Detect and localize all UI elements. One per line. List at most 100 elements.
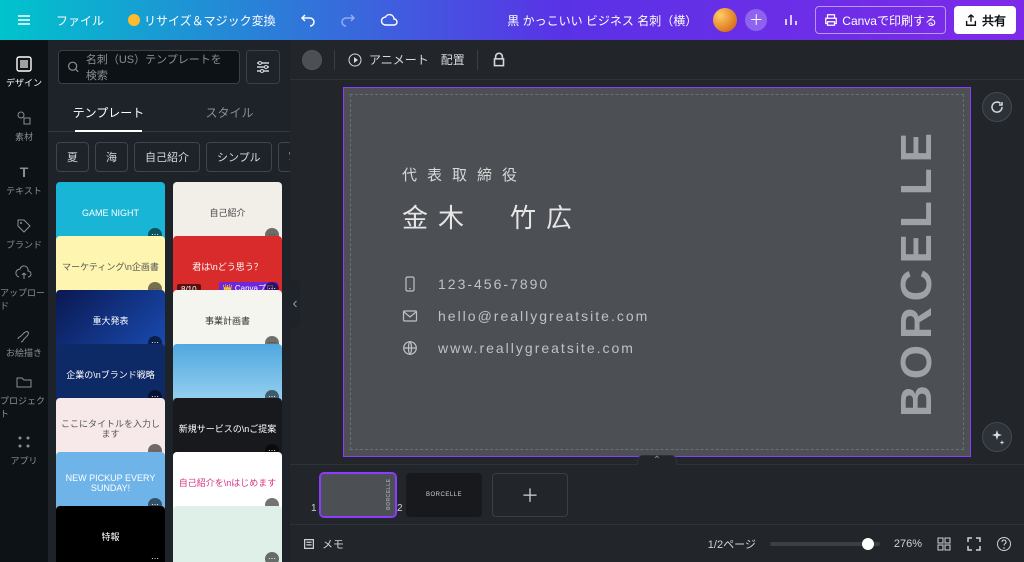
rail-projects[interactable]: プロジェクト <box>0 370 48 422</box>
add-member-button[interactable]: ＋ <box>745 9 767 31</box>
editor-area: アニメート 配置 代表取締役 金木 竹広 123-456-7890 <box>290 40 1024 562</box>
email-text: hello@reallygreatsite.com <box>438 308 649 324</box>
search-placeholder: 名刺（US）テンプレートを検索 <box>86 51 231 83</box>
notes-label: メモ <box>322 536 344 552</box>
tab-styles[interactable]: スタイル <box>169 94 290 131</box>
design-page[interactable]: 代表取締役 金木 竹広 123-456-7890 hello@reallygre… <box>343 87 971 457</box>
contact-block: 123-456-7890 hello@reallygreatsite.com w… <box>402 276 649 356</box>
chip-row: 夏 海 自己紹介 シンプル 写 <box>48 132 290 182</box>
search-icon <box>67 60 80 74</box>
animate-label: アニメート <box>369 51 429 68</box>
crown-icon <box>128 14 140 26</box>
page-indicator: 1/2ページ <box>708 536 756 552</box>
printer-icon <box>824 13 838 27</box>
grid-view-button[interactable] <box>936 536 952 552</box>
panel-collapse-button[interactable]: ‹ <box>290 280 300 328</box>
share-label: 共有 <box>982 12 1006 29</box>
divider <box>477 50 478 70</box>
lock-icon <box>490 51 508 69</box>
chip[interactable]: 夏 <box>56 142 89 172</box>
phone-icon <box>402 276 418 292</box>
page-thumb-1[interactable]: 1 BORCELLE <box>320 473 396 517</box>
tab-templates[interactable]: テンプレート <box>48 94 169 131</box>
zoom-slider[interactable] <box>770 542 880 546</box>
animate-icon <box>347 52 363 68</box>
background-color-swatch[interactable] <box>302 50 322 70</box>
email-row[interactable]: hello@reallygreatsite.com <box>402 308 649 324</box>
rail-apps[interactable]: アプリ <box>0 424 48 476</box>
canvas-wrap[interactable]: 代表取締役 金木 竹広 123-456-7890 hello@reallygre… <box>290 80 1024 464</box>
brand-vertical[interactable]: BORCELLE <box>892 116 942 428</box>
side-panel: 名刺（US）テンプレートを検索 テンプレート スタイル 夏 海 自己紹介 シンプ… <box>48 40 290 562</box>
document-title[interactable]: 黒 かっこいい ビジネス 名刺（横） <box>499 6 705 34</box>
page-number: 1 <box>311 503 317 514</box>
menu-icon <box>16 12 32 28</box>
globe-icon <box>402 340 418 356</box>
redo-button[interactable] <box>332 6 364 34</box>
zoom-value: 276% <box>894 538 922 550</box>
help-icon <box>996 536 1012 552</box>
rail-elements[interactable]: 素材 <box>0 100 48 152</box>
help-button[interactable] <box>996 536 1012 552</box>
notes-button[interactable]: メモ <box>302 536 344 552</box>
zoom-knob[interactable] <box>862 538 874 550</box>
share-icon <box>964 13 978 27</box>
card-role-text[interactable]: 代表取締役 <box>402 164 527 185</box>
file-menu[interactable]: ファイル <box>48 6 112 34</box>
divider <box>334 50 335 70</box>
avatar[interactable] <box>713 8 737 32</box>
rail-design[interactable]: デザイン <box>0 46 48 98</box>
cloud-icon <box>380 13 398 27</box>
sparkle-icon <box>989 429 1005 445</box>
grid-icon <box>936 536 952 552</box>
page-number: 2 <box>397 503 403 514</box>
undo-button[interactable] <box>292 6 324 34</box>
web-row[interactable]: www.reallygreatsite.com <box>402 340 649 356</box>
resize-magic-button[interactable]: リサイズ＆マジック変換 <box>120 6 284 34</box>
chip[interactable]: 海 <box>95 142 128 172</box>
expand-icon <box>966 536 982 552</box>
strip-collapse-button[interactable]: ⌃ <box>637 455 677 465</box>
rail-brand[interactable]: ブランド <box>0 208 48 260</box>
rail-uploads[interactable]: アップロード <box>0 262 48 314</box>
template-grid[interactable]: GAME NIGHT⋯自己紹介⋯マーケティング\n企画書⋯君は\nどう思う？8/… <box>48 182 290 562</box>
cloud-sync-button[interactable] <box>372 6 406 34</box>
analytics-button[interactable] <box>775 6 807 34</box>
mail-icon <box>402 308 418 324</box>
animate-button[interactable]: アニメート <box>347 51 429 68</box>
fullscreen-button[interactable] <box>966 536 982 552</box>
phone-text: 123-456-7890 <box>438 276 549 292</box>
undo-icon <box>300 12 316 28</box>
add-page-button[interactable]: ＋ <box>492 473 568 517</box>
top-bar: ファイル リサイズ＆マジック変換 黒 かっこいい ビジネス 名刺（横） ＋ Ca… <box>0 0 1024 40</box>
refresh-icon <box>989 99 1005 115</box>
redo-icon <box>340 12 356 28</box>
lock-button[interactable] <box>490 51 508 69</box>
rail-text[interactable]: Tテキスト <box>0 154 48 206</box>
footer-bar: メモ 1/2ページ 276% <box>290 524 1024 562</box>
left-rail: デザイン 素材 Tテキスト ブランド アップロード お絵描き プロジェクト アプ… <box>0 40 48 562</box>
hamburger-menu-button[interactable] <box>8 6 40 34</box>
chip[interactable]: シンプル <box>206 142 272 172</box>
chart-icon <box>783 12 799 28</box>
position-button[interactable]: 配置 <box>441 51 465 68</box>
context-toolbar: アニメート 配置 <box>290 40 1024 80</box>
print-button[interactable]: Canvaで印刷する <box>815 6 946 34</box>
template-thumb[interactable]: 特報⋯ <box>56 506 165 562</box>
filter-button[interactable] <box>246 50 280 84</box>
regenerate-button[interactable] <box>982 92 1012 122</box>
share-button[interactable]: 共有 <box>954 6 1016 34</box>
print-label: Canvaで印刷する <box>842 12 937 29</box>
magic-button[interactable] <box>982 422 1012 452</box>
chip[interactable]: 写 <box>278 142 290 172</box>
card-name-text[interactable]: 金木 竹広 <box>402 198 582 235</box>
notes-icon <box>302 537 316 551</box>
chip[interactable]: 自己紹介 <box>134 142 200 172</box>
template-thumb[interactable]: ⋯ <box>173 506 282 562</box>
template-search-input[interactable]: 名刺（US）テンプレートを検索 <box>58 50 240 84</box>
phone-row[interactable]: 123-456-7890 <box>402 276 649 292</box>
sliders-icon <box>255 59 271 75</box>
rail-draw[interactable]: お絵描き <box>0 316 48 368</box>
page-thumb-2[interactable]: 2 BORCELLE <box>406 473 482 517</box>
page-strip: ⌃ 1 BORCELLE 2 BORCELLE ＋ <box>290 464 1024 524</box>
